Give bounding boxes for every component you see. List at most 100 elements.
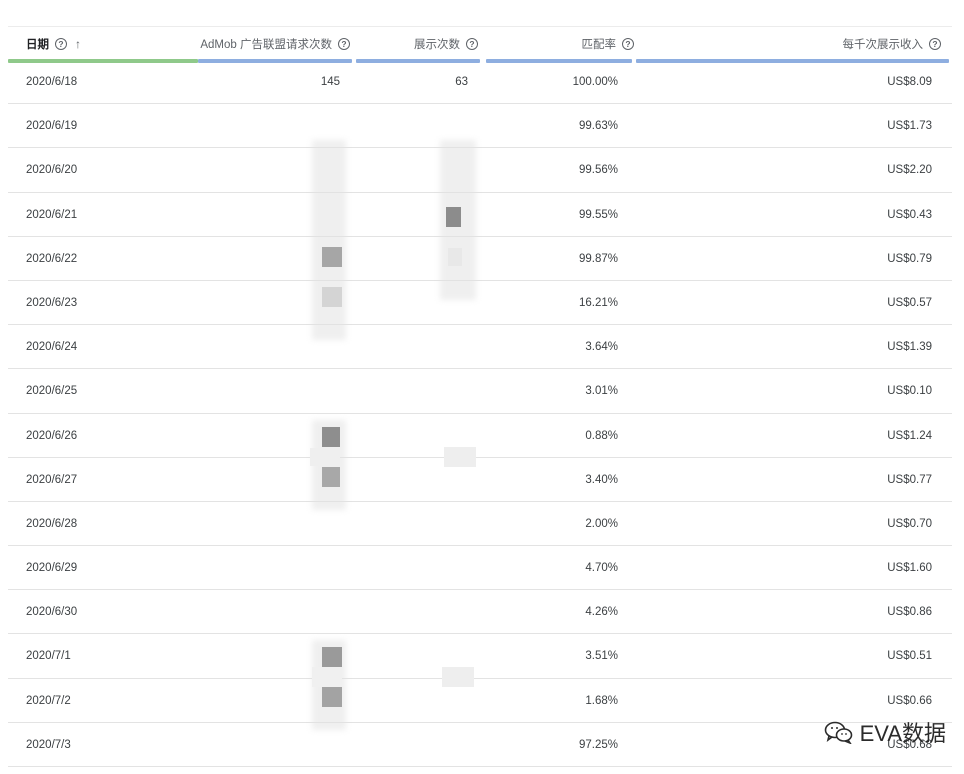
help-icon[interactable]: ? bbox=[466, 38, 478, 50]
cell-ecpm: US$0.70 bbox=[887, 517, 932, 530]
cell-ecpm: US$0.10 bbox=[887, 385, 932, 398]
cell-ecpm: US$1.73 bbox=[887, 120, 932, 133]
table-row: 2020/6/25 3.01% US$0.10 bbox=[8, 369, 952, 414]
cell-ecpm: US$1.39 bbox=[887, 341, 932, 354]
redaction-block bbox=[322, 687, 342, 707]
cell-impressions bbox=[360, 325, 468, 369]
cell-match-rate: 99.87% bbox=[578, 252, 618, 265]
redaction-block bbox=[446, 207, 461, 227]
cell-date: 2020/6/25 bbox=[26, 385, 78, 398]
column-header-ecpm[interactable]: 每千次展示收入 ? bbox=[636, 27, 949, 63]
cell-date: 2020/7/2 bbox=[26, 694, 71, 707]
help-icon[interactable]: ? bbox=[55, 38, 67, 50]
cell-requests bbox=[198, 546, 340, 590]
cell-date: 2020/6/28 bbox=[26, 517, 78, 530]
table-row: 2020/6/29 4.70% US$1.60 bbox=[8, 546, 952, 591]
cell-match-rate: 99.63% bbox=[578, 120, 618, 133]
cell-impressions: 63 bbox=[455, 76, 468, 88]
redaction-block bbox=[444, 447, 476, 467]
table-row: 2020/6/21 99.55% US$0.43 bbox=[8, 193, 952, 237]
cell-requests bbox=[198, 369, 340, 413]
redaction-block bbox=[322, 287, 342, 307]
cell-impressions bbox=[360, 369, 468, 413]
cell-date: 2020/7/3 bbox=[26, 738, 71, 751]
table-row: 2020/6/27 3.40% US$0.77 bbox=[8, 458, 952, 502]
column-header-impressions-label: 展示次数 bbox=[414, 39, 460, 51]
cell-date: 2020/6/23 bbox=[26, 296, 78, 309]
cell-date: 2020/6/19 bbox=[26, 120, 78, 133]
cell-match-rate: 3.40% bbox=[585, 473, 618, 486]
table-row: 2020/6/18 145 63 100.00% US$8.09 bbox=[8, 60, 952, 105]
redaction-block bbox=[312, 667, 342, 687]
help-icon[interactable]: ? bbox=[338, 38, 350, 50]
cell-date: 2020/6/26 bbox=[26, 429, 78, 442]
cell-match-rate: 2.00% bbox=[585, 517, 618, 530]
cell-date: 2020/6/27 bbox=[26, 473, 78, 486]
cell-ecpm: US$0.79 bbox=[887, 252, 932, 265]
cell-date: 2020/6/22 bbox=[26, 252, 78, 265]
cell-match-rate: 100.00% bbox=[572, 76, 618, 88]
column-header-requests-label: AdMob 广告联盟请求次数 bbox=[200, 39, 332, 51]
redaction-block bbox=[310, 448, 340, 466]
cell-impressions bbox=[360, 590, 468, 634]
redaction-block bbox=[322, 247, 342, 267]
cell-match-rate: 99.55% bbox=[578, 208, 618, 221]
column-header-match-rate-label: 匹配率 bbox=[581, 39, 617, 51]
cell-ecpm: US$0.77 bbox=[887, 473, 932, 486]
cell-match-rate: 99.56% bbox=[578, 164, 618, 177]
column-header-date-label: 日期 bbox=[26, 39, 49, 51]
column-header-match-rate[interactable]: 匹配率 ? bbox=[486, 27, 634, 63]
cell-date: 2020/7/1 bbox=[26, 650, 71, 663]
column-header-requests[interactable]: AdMob 广告联盟请求次数 ? bbox=[198, 27, 352, 63]
cell-match-rate: 1.68% bbox=[585, 694, 618, 707]
cell-impressions bbox=[360, 546, 468, 590]
cell-match-rate: 3.01% bbox=[585, 385, 618, 398]
table-row: 2020/7/2 1.68% US$0.66 bbox=[8, 679, 952, 723]
table-row: 2020/6/19 99.63% US$1.73 bbox=[8, 104, 952, 149]
cell-ecpm: US$0.86 bbox=[887, 606, 932, 619]
redaction-block bbox=[322, 467, 340, 487]
table-row: 2020/6/20 99.56% US$2.20 bbox=[8, 148, 952, 193]
column-header-impressions[interactable]: 展示次数 ? bbox=[356, 27, 480, 63]
cell-match-rate: 3.51% bbox=[585, 650, 618, 663]
table-header: 日期 ? ↑ AdMob 广告联盟请求次数 ? 展示次数 ? 匹配率 ? 每千次… bbox=[8, 27, 952, 63]
table-row: 2020/6/26 0.88% US$1.24 bbox=[8, 414, 952, 458]
redaction-block bbox=[448, 248, 462, 266]
redaction-blur bbox=[312, 140, 346, 340]
redaction-block bbox=[322, 427, 340, 447]
table-row: 2020/7/3 97.25% US$0.68 bbox=[8, 723, 952, 767]
cell-match-rate: 3.64% bbox=[585, 341, 618, 354]
cell-match-rate: 0.88% bbox=[585, 429, 618, 442]
cell-ecpm: US$8.09 bbox=[887, 76, 932, 88]
sort-ascending-icon[interactable]: ↑ bbox=[75, 37, 81, 51]
cell-match-rate: 4.70% bbox=[585, 562, 618, 575]
watermark: EVA数据 bbox=[824, 716, 946, 748]
table-row: 2020/6/23 16.21% US$0.57 bbox=[8, 281, 952, 326]
cell-impressions bbox=[360, 502, 468, 546]
table-row: 2020/6/28 2.00% US$0.70 bbox=[8, 502, 952, 547]
help-icon[interactable]: ? bbox=[929, 38, 941, 50]
table-row: 2020/6/22 99.87% US$0.79 bbox=[8, 237, 952, 281]
cell-impressions bbox=[360, 723, 468, 767]
watermark-text: EVA数据 bbox=[859, 721, 946, 746]
cell-ecpm: US$1.24 bbox=[887, 429, 932, 442]
cell-date: 2020/6/24 bbox=[26, 341, 78, 354]
help-icon[interactable]: ? bbox=[622, 38, 634, 50]
cell-match-rate: 97.25% bbox=[578, 738, 618, 751]
wechat-icon bbox=[824, 721, 852, 744]
table-row: 2020/6/30 4.26% US$0.86 bbox=[8, 590, 952, 635]
column-header-date[interactable]: 日期 ? ↑ bbox=[8, 27, 206, 63]
redaction-block bbox=[442, 667, 474, 687]
cell-ecpm: US$1.60 bbox=[887, 562, 932, 575]
cell-ecpm: US$0.57 bbox=[887, 296, 932, 309]
cell-ecpm: US$0.51 bbox=[887, 650, 932, 663]
cell-date: 2020/6/20 bbox=[26, 164, 78, 177]
cell-match-rate: 16.21% bbox=[578, 296, 618, 309]
column-header-ecpm-label: 每千次展示收入 bbox=[842, 39, 924, 51]
table-row: 2020/6/24 3.64% US$1.39 bbox=[8, 325, 952, 370]
cell-match-rate: 4.26% bbox=[585, 606, 618, 619]
table-body: 2020/6/18 145 63 100.00% US$8.09 2020/6/19 99.… bbox=[8, 60, 952, 767]
cell-date: 2020/6/29 bbox=[26, 562, 78, 575]
cell-ecpm: US$0.43 bbox=[887, 208, 932, 221]
cell-date: 2020/6/18 bbox=[26, 76, 78, 88]
